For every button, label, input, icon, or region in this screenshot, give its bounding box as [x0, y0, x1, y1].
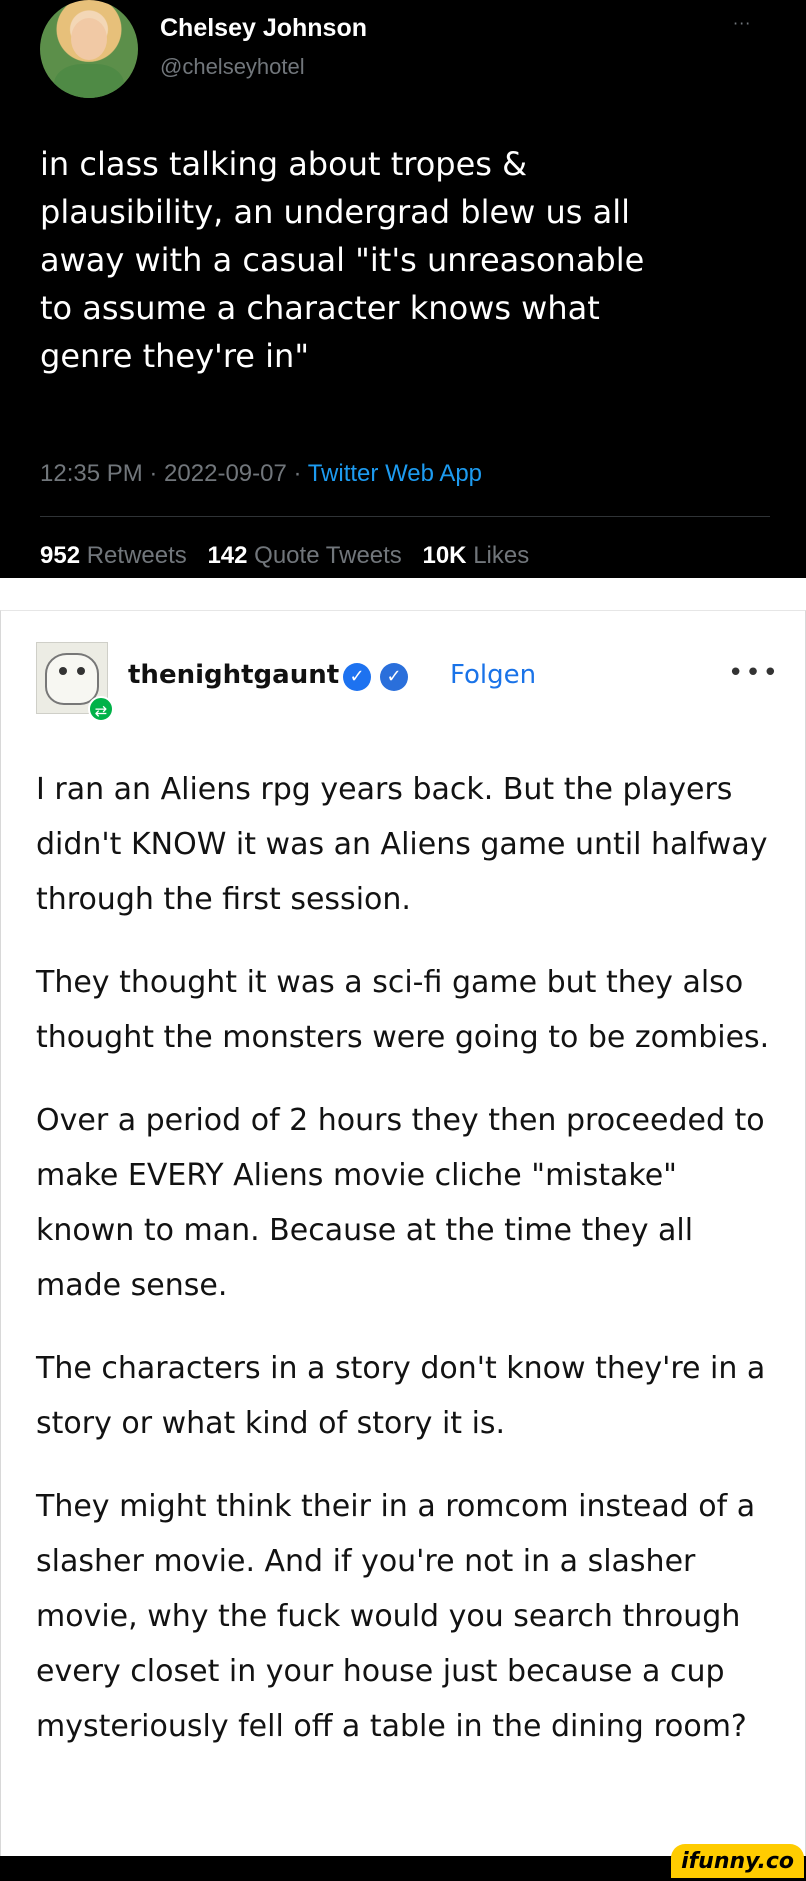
post-paragraph: I ran an Aliens rpg years back. But the …	[36, 772, 768, 917]
likes-label: Likes	[473, 542, 530, 569]
ifunny-watermark: ifunny.co	[671, 1844, 804, 1878]
verified-badge-icon: ✓	[343, 663, 371, 691]
retweets-count: 952	[40, 542, 81, 569]
reblog-icon: ⇄	[88, 696, 114, 722]
post-more-icon[interactable]: •••	[728, 658, 780, 688]
avatar-face	[71, 18, 107, 60]
tweet-more-icon[interactable]: ···	[733, 14, 751, 33]
follow-button[interactable]: Folgen	[450, 660, 536, 690]
post-paragraph: They thought it was a sci-fi game but th…	[36, 965, 770, 1055]
quotes-stat[interactable]: 142 Quote Tweets	[207, 542, 401, 569]
avatar-eye	[77, 667, 85, 675]
avatar-eye	[59, 667, 67, 675]
quotes-label: Quote Tweets	[254, 542, 402, 569]
quotes-count: 142	[207, 542, 248, 569]
post-paragraph: Over a period of 2 hours they then proce…	[36, 1103, 765, 1303]
avatar-shirt	[54, 64, 124, 98]
post-paragraph: They might think their in a romcom inste…	[36, 1489, 756, 1744]
tweet-timestamp[interactable]: 12:35 PM · 2022-09-07 ·	[40, 460, 308, 487]
verified-badge-icon: ✓	[380, 663, 408, 691]
retweets-label: Retweets	[86, 542, 187, 569]
tweet-stats: 952 Retweets 142 Quote Tweets 10K Likes	[40, 542, 529, 570]
tweet-text: in class talking about tropes & plausibi…	[40, 145, 645, 375]
tweet-author-handle[interactable]: @chelseyhotel	[160, 54, 305, 80]
likes-stat[interactable]: 10K Likes	[422, 542, 529, 569]
tweet-author-name[interactable]: Chelsey Johnson	[160, 14, 367, 43]
avatar-creature	[45, 653, 99, 705]
tweet-metadata: 12:35 PM · 2022-09-07 · Twitter Web App	[40, 460, 482, 488]
tumblr-post: ⇄ thenightgaunt ✓ ✓ Folgen ••• I ran an …	[0, 578, 806, 1856]
likes-count: 10K	[422, 542, 467, 569]
post-author-name[interactable]: thenightgaunt	[128, 660, 339, 690]
retweets-stat[interactable]: 952 Retweets	[40, 542, 187, 569]
tweet-divider	[40, 516, 770, 517]
tweet-card: Chelsey Johnson @chelseyhotel ··· in cla…	[0, 0, 806, 578]
post-body: I ran an Aliens rpg years back. But the …	[36, 762, 776, 1782]
tweet-source-link[interactable]: Twitter Web App	[308, 460, 482, 487]
tweet-author-avatar[interactable]	[40, 0, 138, 98]
post-paragraph: The characters in a story don't know the…	[36, 1351, 766, 1441]
